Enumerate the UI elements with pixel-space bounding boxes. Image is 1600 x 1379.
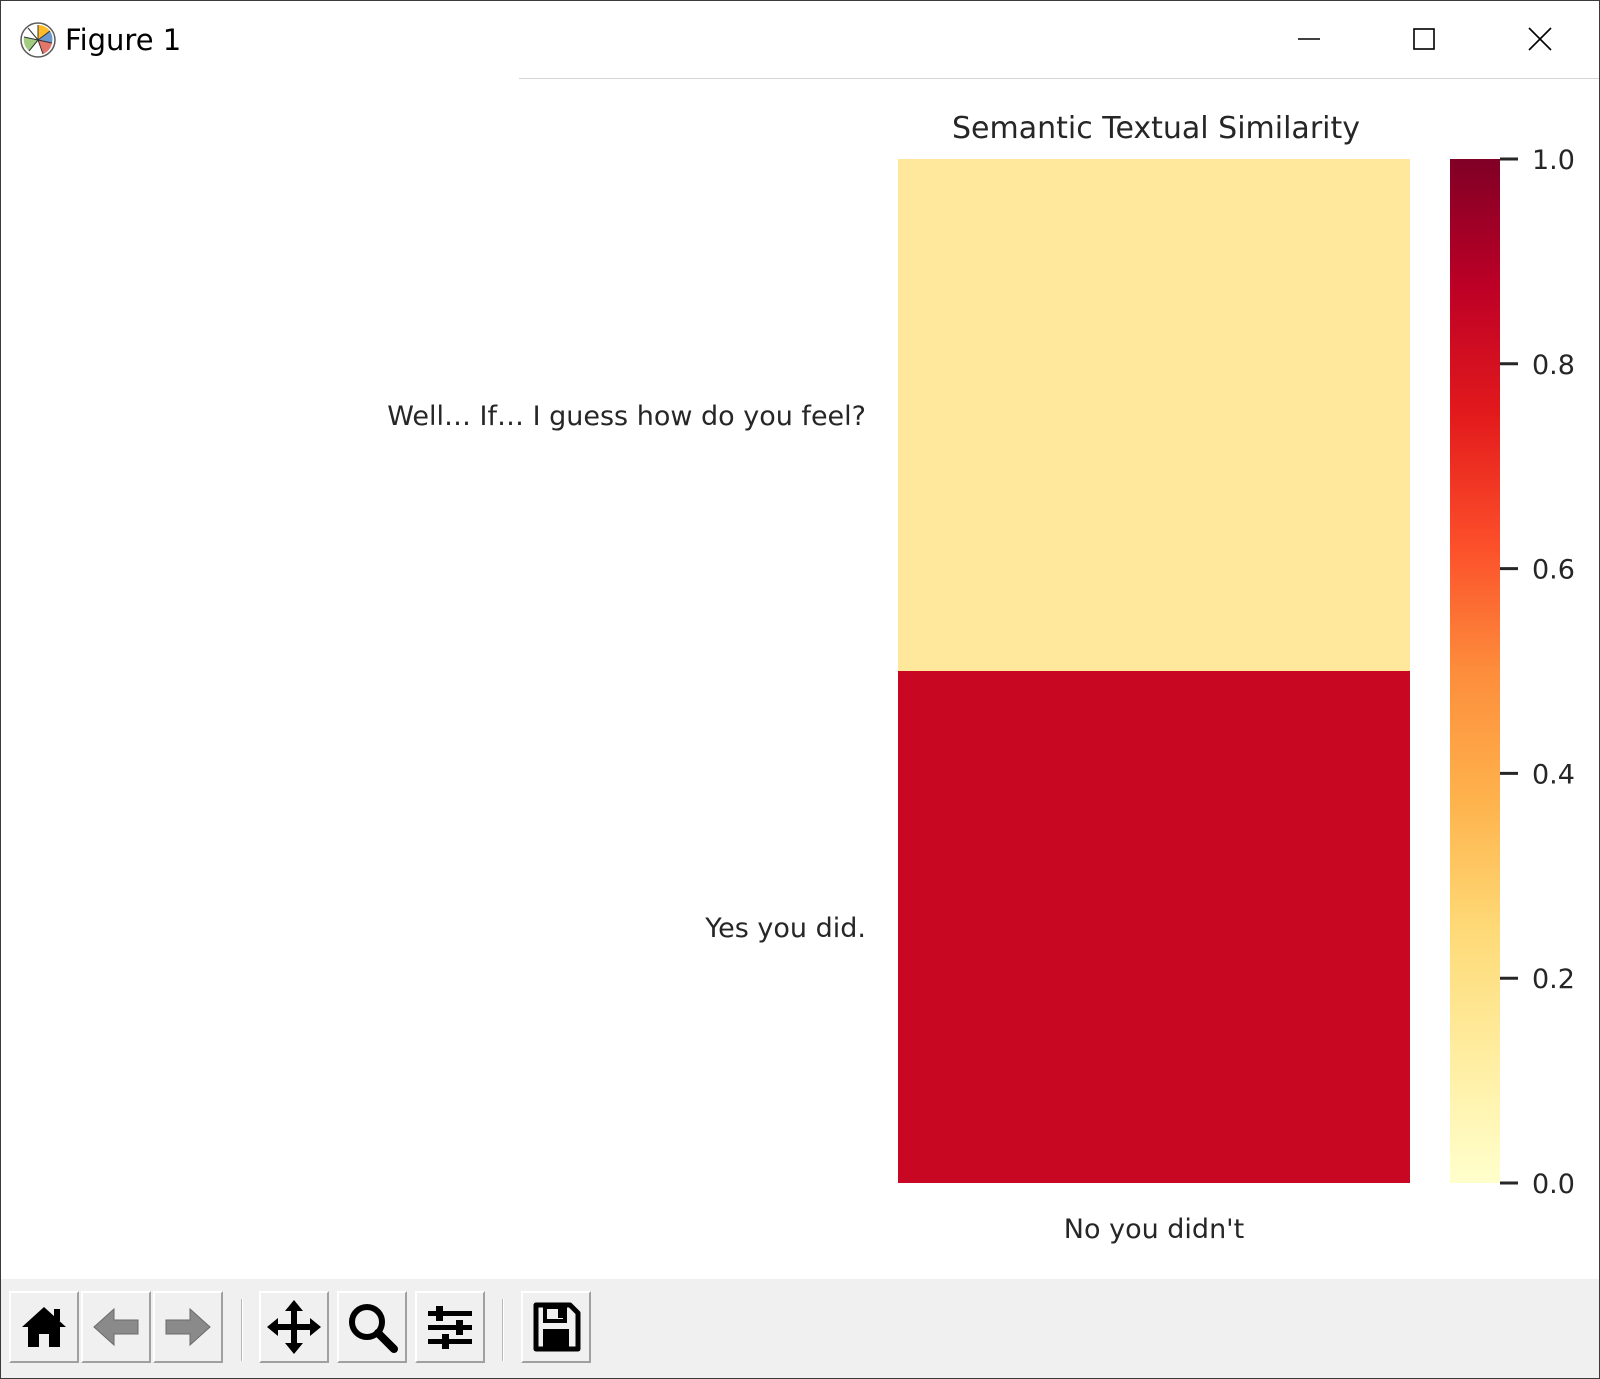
title-bar[interactable]: Figure 1 <box>1 1 1599 79</box>
colorbar-tick-label: 1.0 <box>1532 145 1575 176</box>
heatmap-cell <box>898 671 1410 1183</box>
colorbar <box>1450 159 1500 1183</box>
configure-subplots-button[interactable] <box>415 1291 485 1363</box>
move-icon <box>267 1300 321 1354</box>
magnifier-icon <box>349 1304 398 1353</box>
minimize-icon <box>1298 38 1320 40</box>
back-button[interactable] <box>81 1291 151 1363</box>
heatmap-cell <box>898 159 1410 671</box>
save-button[interactable] <box>521 1291 591 1363</box>
floppy-disk-icon <box>533 1302 581 1352</box>
figure-canvas[interactable]: Semantic Textual Similarity Well… If… I … <box>1 79 1599 1276</box>
zoom-button[interactable] <box>337 1291 407 1363</box>
chart-title: Semantic Textual Similarity <box>952 111 1360 146</box>
navigation-toolbar <box>1 1279 1599 1378</box>
figure-window: Figure 1 Semantic Textual Similarity Wel… <box>0 0 1600 1379</box>
close-button[interactable] <box>1508 15 1572 63</box>
y-tick-label: Well… If… I guess how do you feel? <box>387 401 866 432</box>
window-title: Figure 1 <box>65 23 182 57</box>
maximize-icon <box>1413 28 1435 50</box>
close-icon <box>1528 27 1552 51</box>
colorbar-tick-label: 0.2 <box>1532 964 1575 995</box>
forward-button[interactable] <box>153 1291 223 1363</box>
colorbar-tick-label: 0.0 <box>1532 1169 1575 1200</box>
toolbar-separator <box>502 1299 504 1361</box>
arrow-left-icon <box>93 1307 139 1347</box>
heatmap-chart: Semantic Textual Similarity Well… If… I … <box>387 111 1575 1245</box>
y-tick-label: Yes you did. <box>704 913 866 944</box>
colorbar-tick-label: 0.4 <box>1532 759 1575 790</box>
matplotlib-logo-icon <box>20 22 56 58</box>
toolbar-separator <box>241 1299 243 1361</box>
maximize-button[interactable] <box>1392 15 1456 63</box>
minimize-button[interactable] <box>1277 15 1341 63</box>
x-tick-label: No you didn't <box>1064 1214 1244 1245</box>
colorbar-tick-label: 0.6 <box>1532 555 1575 586</box>
colorbar-tick-label: 0.8 <box>1532 350 1575 381</box>
sliders-icon <box>428 1306 472 1349</box>
home-icon <box>22 1307 66 1347</box>
arrow-right-icon <box>165 1307 211 1347</box>
home-button[interactable] <box>9 1291 79 1363</box>
pan-button[interactable] <box>259 1291 329 1363</box>
